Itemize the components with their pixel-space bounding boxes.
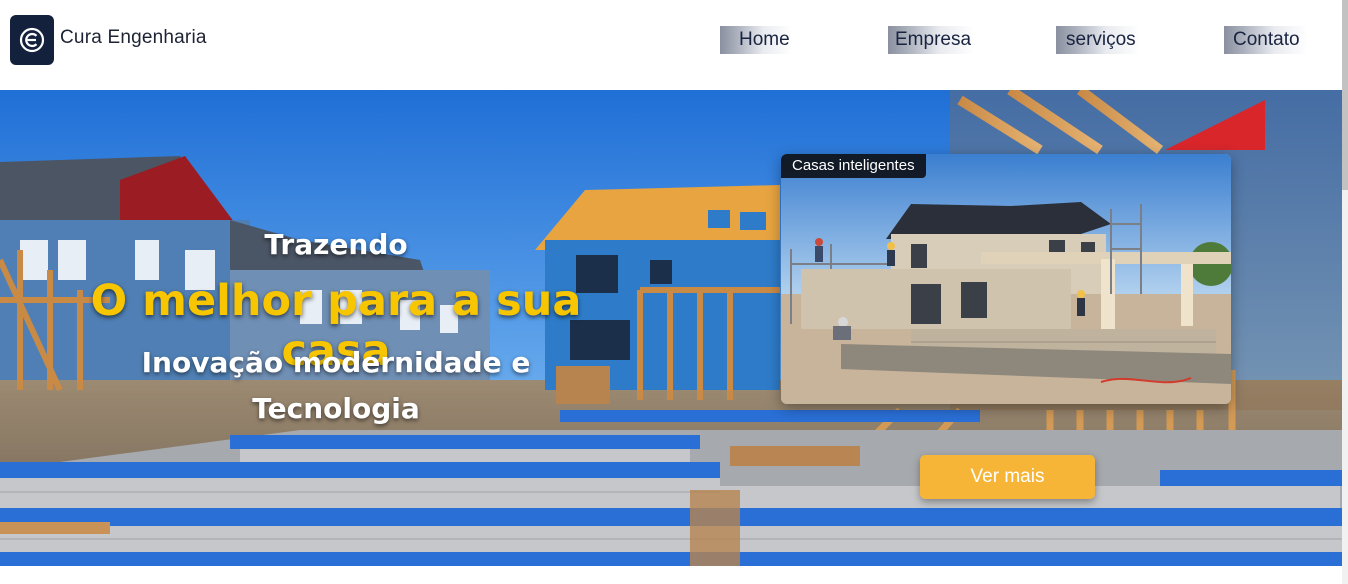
page-scrollbar[interactable]: [1342, 0, 1348, 584]
smart-homes-card[interactable]: Casas inteligentes: [781, 154, 1231, 404]
hero-subtitle: Inovação modernidade e Tecnologia: [116, 340, 556, 432]
ver-mais-button[interactable]: Ver mais: [920, 455, 1095, 499]
letter-c-circle-icon: [19, 27, 45, 53]
nav-home[interactable]: Home: [720, 26, 792, 54]
hero-banner: Trazendo O melhor para a sua casa Inovaç…: [0, 90, 1342, 566]
logo[interactable]: [10, 15, 54, 65]
scrollbar-thumb[interactable]: [1342, 0, 1348, 190]
hero-subtitle-line-1: Inovação modernidade e: [141, 346, 531, 379]
brand-name: Cura Engenharia: [60, 27, 207, 48]
nav-empresa[interactable]: Empresa: [888, 26, 974, 54]
smart-house-photo: [781, 154, 1231, 404]
hero-subtitle-line-2: Tecnologia: [252, 392, 420, 425]
site-header: Cura Engenharia Home Empresa serviços Co…: [0, 0, 1342, 90]
nav-contato[interactable]: Contato: [1224, 26, 1308, 54]
card-caption: Casas inteligentes: [781, 154, 926, 178]
hero-intro: Trazendo: [264, 228, 408, 261]
nav-servicos[interactable]: serviços: [1056, 26, 1140, 54]
